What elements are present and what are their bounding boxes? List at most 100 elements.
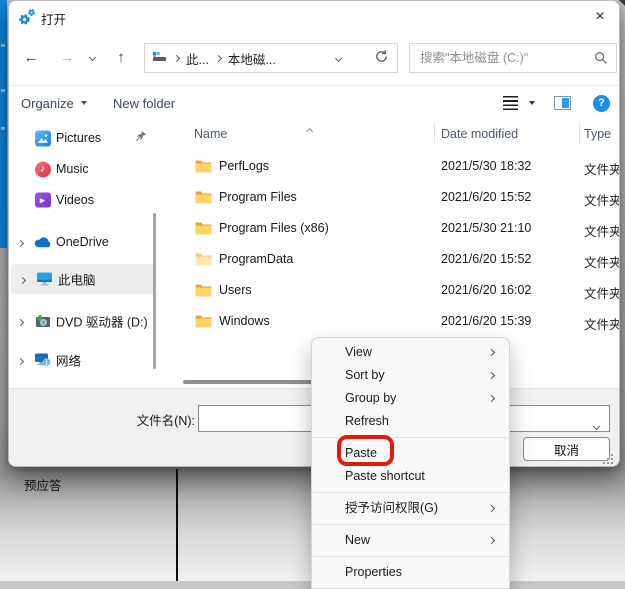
preview-pane-icon: [554, 96, 571, 110]
sort-ascending-icon: [307, 121, 312, 139]
folder-icon: [195, 314, 212, 333]
pin-icon: [135, 129, 147, 147]
menu-item-give-access[interactable]: 授予访问权限(G): [312, 497, 509, 520]
menu-item-label: Properties: [345, 565, 402, 579]
search-icon: [594, 51, 608, 70]
combobox-chevron-icon[interactable]: [594, 416, 599, 434]
breadcrumb-local-disk[interactable]: 本地磁...: [228, 49, 276, 68]
sidebar-scrollbar[interactable]: [153, 213, 156, 369]
desktop-background-label: 预应答: [24, 475, 62, 494]
file-row-program-files[interactable]: Program Files 2021/6/20 15:52 文件夹: [166, 182, 620, 213]
expand-chevron-icon[interactable]: [20, 270, 25, 288]
help-icon: ?: [593, 95, 610, 112]
folder-icon: [195, 283, 212, 302]
sidebar-item-label: DVD 驱动器 (D:): [56, 312, 148, 331]
filename-label: 文件名(N):: [69, 410, 195, 429]
breadcrumb-this-pc[interactable]: 此...: [186, 49, 209, 68]
up-button[interactable]: ↑: [107, 43, 135, 71]
sidebar-item-label: 此电脑: [58, 270, 96, 289]
organize-button[interactable]: Organize: [21, 86, 87, 120]
file-row-windows[interactable]: Windows 2021/6/20 15:39 文件夹: [166, 306, 620, 337]
forward-button[interactable]: →: [53, 43, 81, 71]
new-folder-button[interactable]: New folder: [113, 86, 175, 120]
resize-grip[interactable]: [611, 454, 613, 456]
menu-item-label: Sort by: [345, 368, 385, 382]
menu-item-label: Group by: [345, 391, 396, 405]
file-row-programdata[interactable]: ProgramData 2021/6/20 15:52 文件夹: [166, 244, 620, 275]
column-divider[interactable]: [579, 124, 580, 143]
submenu-chevron-icon: [488, 395, 495, 402]
menu-item-sort-by[interactable]: Sort by: [312, 364, 509, 387]
view-mode-button[interactable]: [503, 86, 518, 120]
sidebar-item-label: Videos: [56, 193, 94, 207]
address-dropdown-chevron[interactable]: [335, 54, 342, 61]
desktop-background-line: [176, 469, 178, 581]
navigation-sidebar: Pictures ♪ Music ▶ Videos OneDrive: [9, 119, 166, 388]
column-divider[interactable]: [434, 124, 435, 143]
file-name: Windows: [219, 314, 270, 328]
window-title: 打开: [41, 9, 66, 28]
file-row-program-files-x86[interactable]: Program Files (x86) 2021/5/30 21:10 文件夹: [166, 213, 620, 244]
music-icon: ♪: [34, 161, 51, 178]
file-date: 2021/5/30 18:32: [441, 159, 531, 173]
sidebar-item-label: 网络: [56, 351, 81, 370]
network-icon: [34, 352, 51, 369]
sidebar-item-label: OneDrive: [56, 235, 109, 249]
sidebar-item-dvd-drive[interactable]: DVD 驱动器 (D:): [9, 309, 164, 333]
menu-item-view[interactable]: View: [312, 341, 509, 364]
sidebar-item-this-pc[interactable]: 此电脑: [11, 264, 155, 294]
file-type: 文件夹: [584, 252, 620, 271]
sidebar-item-onedrive[interactable]: OneDrive: [9, 230, 164, 254]
column-header-type[interactable]: Type: [584, 122, 611, 146]
back-button[interactable]: ←: [17, 43, 45, 71]
background-window-edge: [0, 0, 7, 248]
expand-chevron-icon[interactable]: [18, 233, 23, 251]
paste-annotation-highlight: [337, 435, 394, 466]
sidebar-item-music[interactable]: ♪ Music: [9, 157, 164, 181]
file-row-perflogs[interactable]: PerfLogs 2021/5/30 18:32 文件夹: [166, 151, 620, 182]
menu-item-group-by[interactable]: Group by: [312, 387, 509, 410]
folder-icon: [195, 221, 212, 240]
column-header-date-modified[interactable]: Date modified: [441, 122, 518, 146]
submenu-chevron-icon: [488, 372, 495, 379]
view-mode-chevron[interactable]: [529, 86, 535, 120]
menu-item-label: Refresh: [345, 414, 389, 428]
file-row-users[interactable]: Users 2021/6/20 16:02 文件夹: [166, 275, 620, 306]
file-date: 2021/6/20 16:02: [441, 283, 531, 297]
breadcrumb[interactable]: 此... 本地磁...: [144, 43, 398, 73]
menu-separator: [313, 492, 508, 493]
file-name: Users: [219, 283, 252, 297]
file-type: 文件夹: [584, 314, 620, 333]
sidebar-item-videos[interactable]: ▶ Videos: [9, 188, 164, 212]
close-button[interactable]: ×: [585, 3, 615, 31]
file-type: 文件夹: [584, 221, 620, 240]
history-chevron-button[interactable]: [83, 43, 101, 71]
dvd-drive-icon: [34, 313, 51, 330]
submenu-chevron-icon: [488, 349, 495, 356]
menu-item-new[interactable]: New: [312, 529, 509, 552]
preview-pane-button[interactable]: [554, 86, 571, 120]
menu-item-refresh[interactable]: Refresh: [312, 410, 509, 433]
sidebar-item-label: Music: [56, 162, 89, 176]
drive-icon: [152, 50, 167, 66]
cancel-label: 取消: [554, 440, 579, 459]
submenu-chevron-icon: [488, 505, 495, 512]
sidebar-item-network[interactable]: 网络: [9, 348, 164, 372]
search-input[interactable]: [410, 44, 588, 72]
help-button[interactable]: ?: [593, 86, 610, 120]
file-type: 文件夹: [584, 283, 620, 302]
expand-chevron-icon[interactable]: [18, 312, 23, 330]
column-header-name[interactable]: Name: [194, 122, 227, 146]
folder-icon: [195, 190, 212, 209]
breadcrumb-chevron-icon: [173, 54, 180, 61]
file-date: 2021/6/20 15:39: [441, 314, 531, 328]
submenu-chevron-icon: [488, 537, 495, 544]
context-menu: View Sort by Group by Refresh Paste Past…: [311, 337, 510, 589]
file-name: Program Files (x86): [219, 221, 329, 235]
sidebar-item-label: Pictures: [56, 131, 101, 145]
refresh-icon[interactable]: [374, 49, 389, 67]
cancel-button[interactable]: 取消: [523, 437, 610, 461]
menu-item-paste-shortcut[interactable]: Paste shortcut: [312, 465, 509, 488]
expand-chevron-icon[interactable]: [18, 351, 23, 369]
sidebar-item-pictures[interactable]: Pictures: [9, 126, 164, 150]
